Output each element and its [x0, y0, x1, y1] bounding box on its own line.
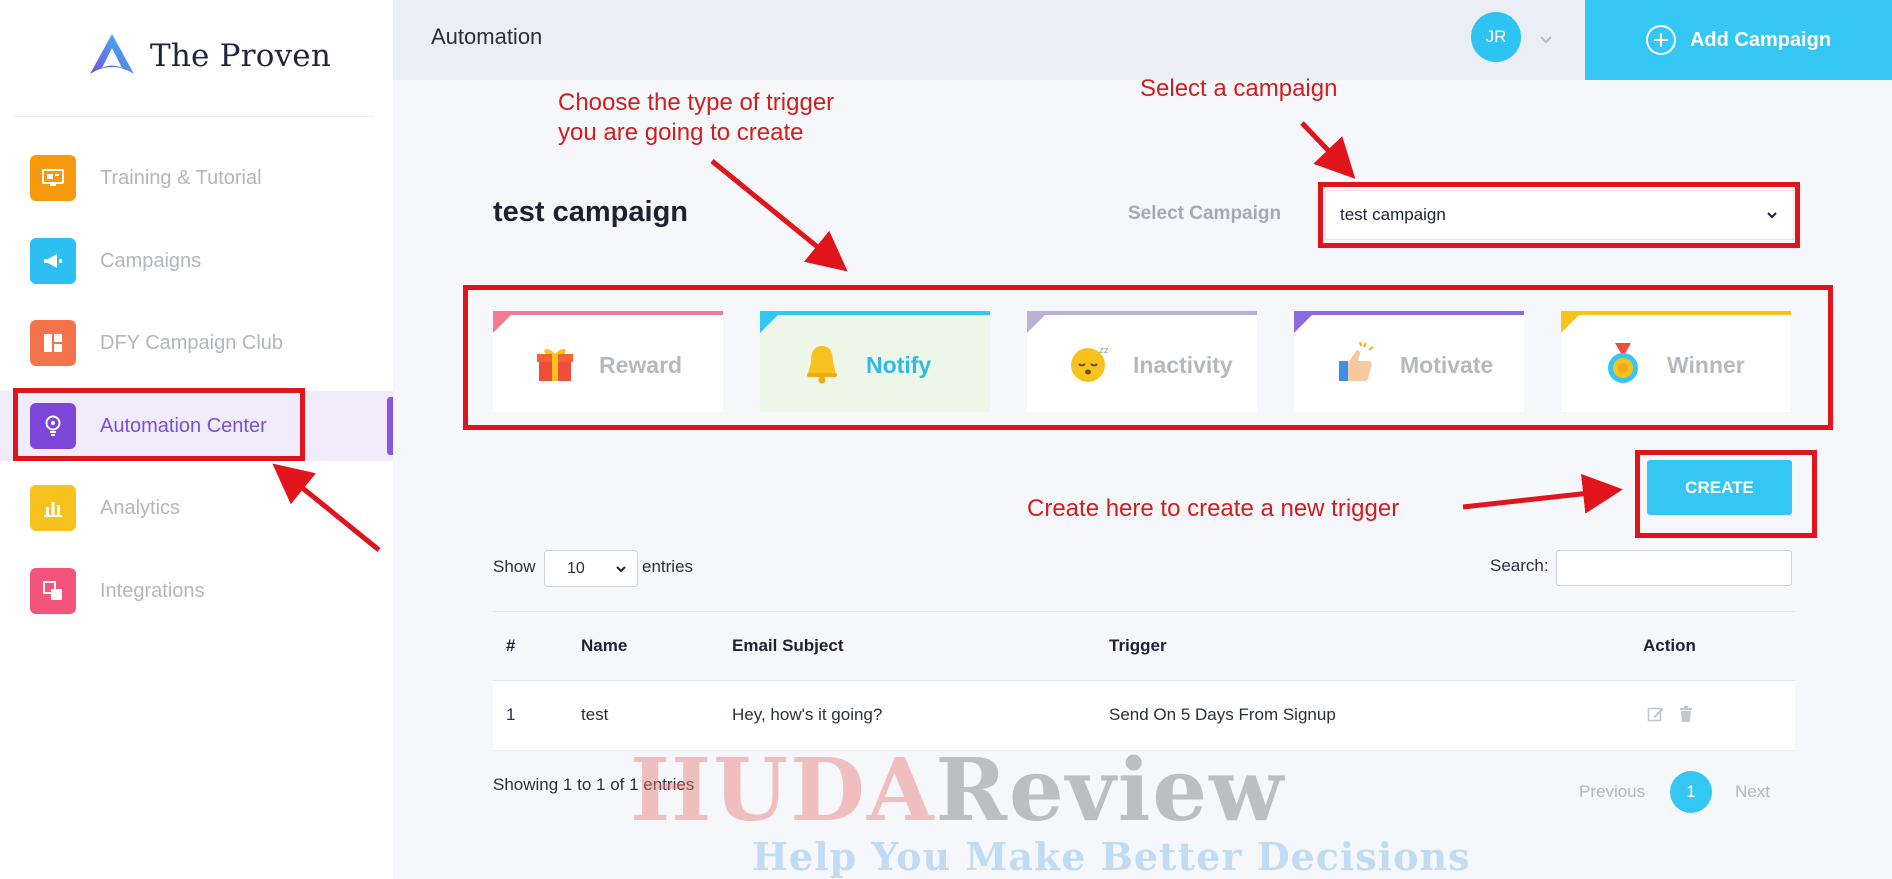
arrow-to-trigger-types: [710, 159, 848, 272]
annotation-trigger-note: Choose the type of trigger you are going…: [558, 88, 834, 148]
annotation-campaign-note: Select a campaign: [1140, 75, 1338, 102]
watermark-part2: Review: [935, 740, 1286, 841]
arrow-to-automation-center: [272, 463, 381, 552]
watermark-part1: HUDA: [630, 740, 936, 841]
arrow-to-select-campaign: [1300, 121, 1356, 179]
annotation-trigger-note-line2: you are going to create: [558, 119, 804, 146]
annotation-trigger-note-line1: Choose the type of trigger: [558, 89, 835, 116]
arrow-to-create: [1462, 473, 1623, 514]
watermark-logo: HUDAReview: [630, 748, 1285, 834]
annotation-create-note: Create here to create a new trigger: [1027, 495, 1400, 522]
watermark-tagline: Help You Make Better Decisions: [752, 834, 1471, 879]
